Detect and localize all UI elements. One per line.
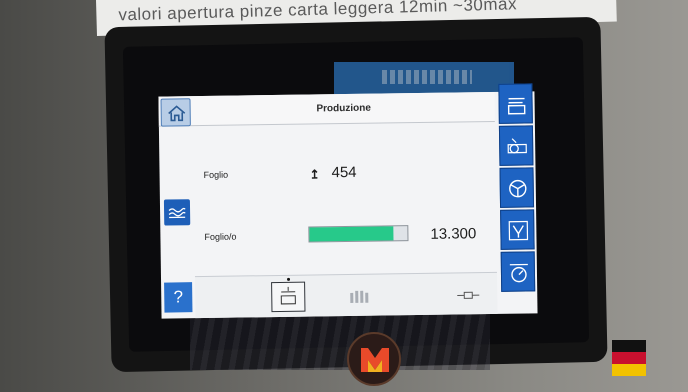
hmi-screen: Produzione ? Foglio ↥ 454 Foglio/o 13.30… bbox=[158, 83, 538, 319]
printing-unit-icon bbox=[507, 138, 527, 154]
right-toolbar bbox=[494, 83, 537, 306]
speed-progress-fill bbox=[309, 226, 394, 242]
steering-wheel-icon bbox=[509, 179, 527, 198]
columns-tab[interactable] bbox=[345, 281, 375, 311]
transfer-tab[interactable] bbox=[453, 279, 483, 309]
row-label-speed: Foglio/o bbox=[204, 231, 237, 243]
speed-progress-bar bbox=[308, 225, 409, 243]
home-button[interactable] bbox=[160, 98, 191, 127]
speed-gauge-icon bbox=[509, 263, 528, 283]
gripper-icon bbox=[508, 220, 529, 241]
help-button[interactable]: ? bbox=[164, 282, 193, 313]
steering-button[interactable] bbox=[499, 167, 535, 208]
home-icon bbox=[168, 105, 186, 122]
speed-gauge-button[interactable] bbox=[500, 251, 536, 292]
feeder-button[interactable] bbox=[498, 83, 533, 124]
bottom-toolbar bbox=[194, 271, 498, 319]
german-flag-icon bbox=[612, 340, 646, 376]
waves-button[interactable] bbox=[163, 199, 191, 226]
title-bar: Produzione bbox=[158, 91, 495, 127]
stack-tab[interactable] bbox=[271, 277, 306, 313]
printing-unit-button[interactable] bbox=[498, 125, 534, 166]
background-window bbox=[334, 62, 514, 94]
sheet-counter-icon: ↥ bbox=[309, 167, 320, 182]
feeder-icon bbox=[507, 97, 526, 115]
row-label-sheet: Foglio bbox=[203, 169, 229, 181]
gripper-button[interactable] bbox=[500, 209, 535, 250]
transfer-tab-icon bbox=[457, 291, 480, 299]
speed-value: 13.300 bbox=[430, 225, 477, 243]
channel-logo bbox=[347, 332, 401, 386]
columns-tab-icon bbox=[350, 290, 369, 303]
page-title: Produzione bbox=[316, 102, 371, 115]
waves-icon bbox=[168, 207, 186, 219]
stack-tab-icon bbox=[280, 286, 296, 305]
sheet-count-value: 454 bbox=[331, 163, 357, 182]
